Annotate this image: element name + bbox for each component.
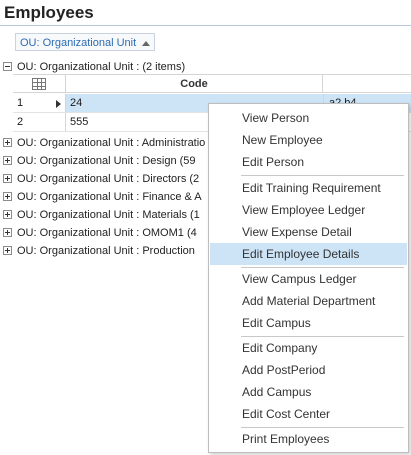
expand-icon[interactable] [3, 228, 12, 237]
menu-item-view-expense-detail[interactable]: View Expense Detail [210, 221, 407, 243]
group-row-label: OU: Organizational Unit : OMOM1 (4 [17, 226, 197, 239]
group-row[interactable]: OU: Organizational Unit : Materials (1 [3, 206, 200, 223]
menu-item-view-campus-ledger[interactable]: View Campus Ledger [210, 268, 407, 290]
group-row-label: OU: Organizational Unit : Design (59 [17, 154, 196, 167]
group-row[interactable]: OU: Organizational Unit : Production [3, 242, 195, 259]
group-row-label: OU: Organizational Unit : Directors (2 [17, 172, 200, 185]
expand-icon[interactable] [3, 246, 12, 255]
row-number: 2 [17, 116, 24, 128]
menu-item-edit-cost-center[interactable]: Edit Cost Center [210, 403, 407, 425]
menu-item-edit-company[interactable]: Edit Company [210, 337, 407, 359]
menu-item-view-person[interactable]: View Person [210, 107, 407, 129]
menu-item-edit-person[interactable]: Edit Person [210, 151, 407, 173]
row-number: 1 [17, 97, 24, 109]
collapse-icon[interactable] [3, 62, 12, 71]
page-title: Employees [4, 3, 94, 22]
menu-item-edit-training-requirement[interactable]: Edit Training Requirement [210, 177, 407, 199]
menu-item-add-postperiod[interactable]: Add PostPeriod [210, 359, 407, 381]
group-row[interactable]: OU: Organizational Unit : OMOM1 (4 [3, 224, 197, 241]
group-row-label: OU: Organizational Unit : (2 items) [17, 60, 186, 73]
title-divider [0, 25, 411, 26]
column-header-code[interactable]: Code [65, 75, 323, 93]
group-row-label: OU: Organizational Unit : Administratio [17, 136, 206, 149]
grid-header: Code [13, 74, 411, 93]
expand-icon[interactable] [3, 192, 12, 201]
menu-item-view-employee-ledger[interactable]: View Employee Ledger [210, 199, 407, 221]
column-chooser-icon[interactable] [32, 78, 46, 90]
group-row[interactable]: OU: Organizational Unit : Design (59 [3, 152, 196, 169]
menu-item-print-employees[interactable]: Print Employees [210, 428, 407, 450]
group-chip-ou[interactable]: OU: Organizational Unit [15, 33, 156, 51]
menu-item-new-employee[interactable]: New Employee [210, 129, 407, 151]
expand-icon[interactable] [3, 210, 12, 219]
group-row-label: OU: Organizational Unit : Finance & A [17, 190, 202, 203]
expand-icon[interactable] [3, 138, 12, 147]
menu-item-add-material-department[interactable]: Add Material Department [210, 290, 407, 312]
group-chip-label: OU: Organizational Unit [20, 37, 137, 49]
menu-item-edit-campus[interactable]: Edit Campus [210, 312, 407, 334]
expand-icon[interactable] [3, 174, 12, 183]
group-row[interactable]: OU: Organizational Unit : Administratio [3, 134, 205, 151]
group-row-label: OU: Organizational Unit : Materials (1 [17, 208, 200, 221]
menu-item-edit-employee-details[interactable]: Edit Employee Details [210, 243, 407, 265]
group-row[interactable]: OU: Organizational Unit : Directors (2 [3, 170, 199, 187]
group-row-expanded[interactable]: OU: Organizational Unit : (2 items) [3, 58, 185, 75]
sort-ascending-icon [142, 40, 151, 46]
menu-item-add-campus[interactable]: Add Campus [210, 381, 407, 403]
context-menu: View Person New Employee Edit Person Edi… [208, 103, 409, 453]
group-row[interactable]: OU: Organizational Unit : Finance & A [3, 188, 202, 205]
expand-icon[interactable] [3, 156, 12, 165]
row-indicator-icon [56, 100, 61, 108]
menu-separator [241, 175, 404, 176]
group-row-label: OU: Organizational Unit : Production [17, 244, 195, 257]
